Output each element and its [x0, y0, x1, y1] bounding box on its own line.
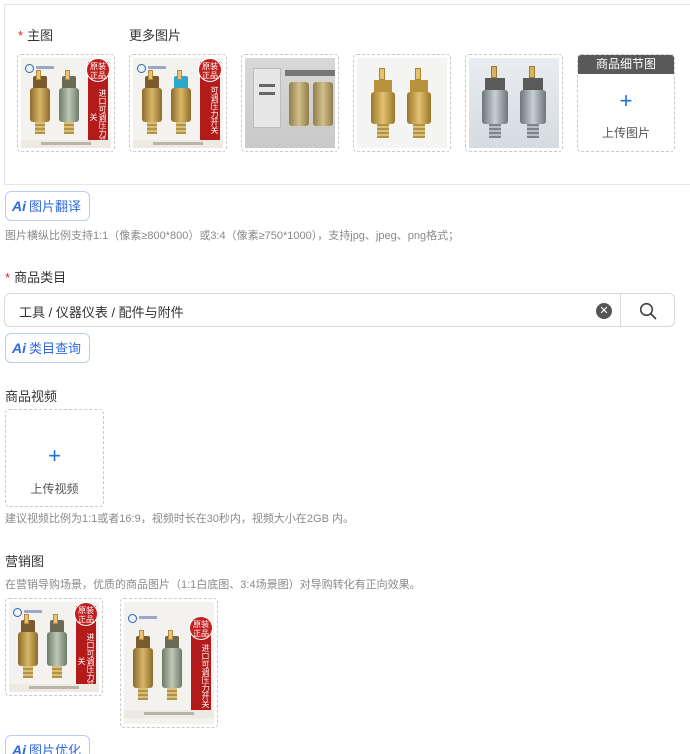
ribbon-text: 可调压力开关	[210, 86, 219, 134]
image-optimize-label: 图片优化	[29, 743, 82, 754]
plus-icon: +	[619, 88, 633, 113]
category-query-button[interactable]: Ai 类目查询	[5, 333, 91, 363]
product-image: 原装正品 进口可调压力开关	[21, 58, 111, 148]
product-photo	[357, 58, 447, 148]
product-image: 原装正品 进口可调压力开关	[9, 602, 99, 692]
category-label: * 商品类目	[5, 270, 67, 285]
search-icon	[639, 302, 657, 320]
more-image-thumbnail-4[interactable]	[465, 54, 563, 152]
upload-image-label: 上传图片	[601, 126, 650, 140]
ribbon-text: 进口可调压力开关	[77, 633, 95, 689]
video-upload[interactable]: + 上传视频	[5, 409, 104, 507]
category-value: 工具 / 仪器仪表 / 配件与附件	[19, 305, 184, 320]
authentic-badge: 原装正品	[86, 58, 110, 82]
more-image-thumbnail-3[interactable]	[353, 54, 451, 152]
authentic-badge: 原装正品	[198, 58, 222, 82]
category-search-button[interactable]	[620, 293, 675, 327]
main-image-label: * 主图	[18, 28, 54, 43]
more-images-label: 更多图片	[129, 28, 182, 43]
ai-icon: Ai	[12, 198, 26, 214]
marketing-hint: 在营销导购场景，优质的商品图片（1:1白底图、3:4场景图）对导购转化有正向效果…	[5, 579, 421, 591]
category-input[interactable]: 工具 / 仪器仪表 / 配件与附件 ✕	[4, 293, 621, 327]
video-label: 商品视频	[5, 389, 58, 404]
clear-icon[interactable]: ✕	[596, 303, 612, 319]
image-optimize-button[interactable]: Ai 图片优化	[5, 735, 91, 754]
marketing-image-portrait[interactable]: 原装正品 进口可调压力开关	[120, 598, 218, 728]
plus-icon: +	[48, 443, 61, 468]
authentic-badge: 原装正品	[189, 616, 213, 640]
authentic-badge: 原装正品	[74, 602, 98, 626]
image-translate-button[interactable]: Ai 图片翻译	[5, 191, 91, 221]
main-image-thumbnail[interactable]: 原装正品 进口可调压力开关	[17, 54, 115, 152]
ribbon-text: 进口可调压力开关	[201, 644, 210, 708]
detail-image-header: 商品细节图	[578, 55, 674, 74]
more-image-thumbnail-2[interactable]	[241, 54, 339, 152]
category-query-label: 类目查询	[29, 341, 82, 356]
ai-icon: Ai	[12, 742, 26, 754]
more-image-thumbnail-1[interactable]: 原装正品 可调压力开关	[129, 54, 227, 152]
image-translate-label: 图片翻译	[29, 199, 82, 214]
marketing-label: 营销图	[5, 554, 45, 569]
detail-image-upload[interactable]: 商品细节图 + 上传图片	[577, 54, 675, 152]
ribbon-text: 进口可调压力开关	[89, 89, 107, 145]
image-format-hint: 图片横纵比例支持1:1（像素≥800*800）或3:4（像素≥750*1000）…	[5, 230, 460, 242]
product-image: 原装正品 进口可调压力开关	[124, 602, 214, 724]
product-photo	[245, 58, 335, 148]
ai-icon: Ai	[12, 340, 26, 356]
video-hint: 建议视频比例为1:1或者16:9，视频时长在30秒内，视频大小在2GB 内。	[5, 513, 355, 525]
marketing-image-square[interactable]: 原装正品 进口可调压力开关	[5, 598, 103, 696]
product-image: 原装正品 可调压力开关	[133, 58, 223, 148]
product-photo	[469, 58, 559, 148]
upload-video-label: 上传视频	[30, 482, 79, 496]
